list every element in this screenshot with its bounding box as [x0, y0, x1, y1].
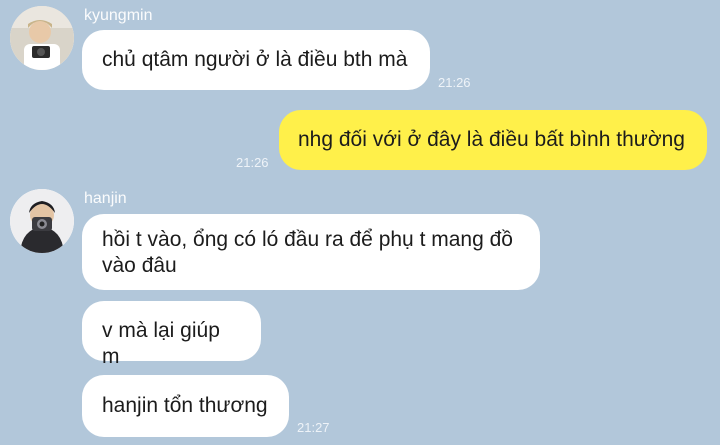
sender-name: hanjin [84, 190, 127, 207]
message-text: chủ qtâm người ở là điều bth mà [102, 48, 408, 71]
avatar-kyungmin[interactable] [10, 6, 74, 70]
message-timestamp: 21:27 [297, 420, 330, 435]
message-timestamp: 21:26 [438, 75, 471, 90]
message-bubble[interactable]: v mà lại giúp m [82, 301, 261, 368]
message-text: nhg đối với ở đây là điều bất bình thườn… [298, 128, 685, 151]
sender-name: kyungmin [84, 7, 153, 24]
message-text: hồi t vào, ổng có ló đầu ra để phụ t man… [102, 228, 513, 277]
message-text: v mà lại giúp m [102, 319, 220, 368]
message-bubble[interactable]: hanjin tổn thương [82, 375, 289, 437]
message-timestamp: 21:26 [236, 155, 269, 170]
message-bubble[interactable]: hồi t vào, ổng có ló đầu ra để phụ t man… [82, 214, 540, 290]
message-text: hanjin tổn thương [102, 394, 268, 417]
message-bubble[interactable]: chủ qtâm người ở là điều bth mà [82, 30, 430, 90]
outgoing-message-bubble[interactable]: nhg đối với ở đây là điều bất bình thườn… [279, 110, 707, 170]
avatar-hanjin[interactable] [10, 189, 74, 253]
